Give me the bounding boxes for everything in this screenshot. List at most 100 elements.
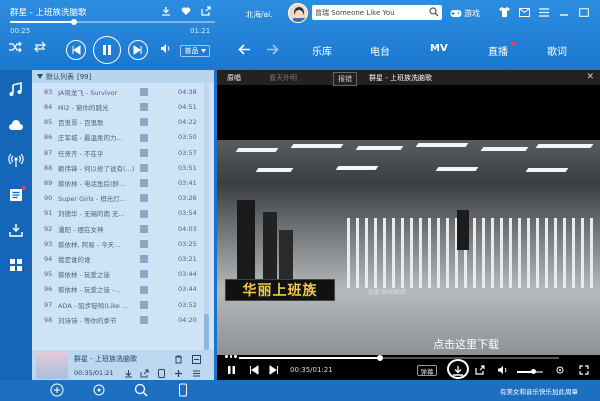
- table-row[interactable]: 93 蔡依林, 阿易 - 今天... 03:25: [32, 237, 202, 251]
- dots-icon[interactable]: [225, 355, 238, 359]
- mv-badge-icon[interactable]: [140, 270, 148, 279]
- close-icon[interactable]: ✕: [586, 72, 594, 82]
- mv-badge-icon[interactable]: [140, 133, 148, 142]
- mv-badge-icon[interactable]: [140, 194, 148, 203]
- mv-badge-icon[interactable]: [140, 316, 148, 324]
- share-icon[interactable]: [200, 5, 212, 17]
- more-icon[interactable]: [192, 355, 201, 364]
- table-row[interactable]: 86 庄军城 - 最温柔的力... 03:50: [32, 131, 202, 145]
- mv-pause-icon[interactable]: [227, 365, 236, 375]
- fullscreen-icon[interactable]: [579, 365, 589, 375]
- mv-progress-knob[interactable]: [376, 355, 383, 361]
- mv-progress-bar[interactable]: [239, 355, 559, 361]
- mv-badge-icon[interactable]: [140, 103, 148, 112]
- tab-live[interactable]: 直播: [488, 43, 508, 58]
- mini-menu-icon[interactable]: [192, 369, 201, 378]
- table-row[interactable]: 85 百鬼哥 - 百鬼歌 04:22: [32, 115, 202, 129]
- mv-volume-knob[interactable]: [531, 369, 536, 374]
- mv-badge-icon[interactable]: [140, 148, 148, 157]
- mv-badge-icon[interactable]: [140, 300, 148, 309]
- username[interactable]: 北海/ai.: [246, 9, 273, 20]
- repeat-icon[interactable]: [33, 41, 47, 53]
- mv-settings-icon[interactable]: [555, 365, 565, 375]
- mini-add-icon[interactable]: [174, 369, 183, 378]
- bottom-promo-text[interactable]: 有美女和音乐快乐加此周章: [500, 386, 578, 396]
- mini-mode-icon[interactable]: [578, 6, 590, 18]
- mv-next-icon[interactable]: [269, 365, 279, 375]
- table-row[interactable]: 97 ADA - 陷步轻啃(Like ... 03:52: [32, 298, 202, 312]
- mv-volume-slider[interactable]: [517, 369, 543, 374]
- table-row[interactable]: 92 潘阳 - 摆在女神 04:03: [32, 222, 202, 236]
- song-progress-bar[interactable]: [10, 19, 215, 25]
- broadcast-icon[interactable]: [8, 152, 24, 168]
- shuffle-icon[interactable]: [8, 41, 22, 53]
- mv-badge-icon[interactable]: [140, 285, 148, 294]
- table-row[interactable]: 87 任贤齐 - 不在乎 03:57: [32, 146, 202, 160]
- prev-button[interactable]: [66, 40, 86, 60]
- mv-video-frame[interactable]: 华丽上班族 艺鉴 音画频道: [217, 140, 600, 355]
- mv-badge-icon[interactable]: [140, 179, 148, 188]
- cloud-icon[interactable]: [8, 117, 24, 133]
- skin-shirt-icon[interactable]: [498, 6, 510, 18]
- table-row[interactable]: 94 我是谁的谁 03:21: [32, 252, 202, 266]
- mv-report-button[interactable]: 报错: [333, 72, 357, 86]
- table-row[interactable]: 90 Super Girls - 棋光灯... 03:26: [32, 191, 202, 205]
- table-row[interactable]: 88 赖伟锋 - 何以修了说有(...) 03:51: [32, 161, 202, 175]
- mini-phone-icon[interactable]: [158, 369, 165, 378]
- table-row[interactable]: 83 JA将龙飞 - Survivor 04:38: [32, 85, 202, 99]
- back-arrow-icon[interactable]: [238, 44, 251, 55]
- tab-mv[interactable]: MV: [430, 43, 448, 54]
- mail-icon[interactable]: [518, 6, 530, 18]
- playlist-header[interactable]: 默认列表 [99]: [32, 70, 214, 83]
- apps-grid-icon[interactable]: [8, 257, 24, 273]
- table-row[interactable]: 89 蔡依林 - 电话鱼后(醉... 03:41: [32, 176, 202, 190]
- tab-library[interactable]: 乐库: [312, 43, 332, 58]
- mv-volume-icon[interactable]: [497, 365, 509, 375]
- volume-icon[interactable]: [160, 43, 172, 54]
- table-row[interactable]: 98 刘诗诗 - 等你的季节 04:20: [32, 313, 202, 327]
- mv-badge-icon[interactable]: [140, 164, 148, 172]
- search-input[interactable]: 曾瑞 Someone Like You: [315, 8, 395, 18]
- mv-badge-icon[interactable]: [140, 224, 148, 233]
- phone-icon[interactable]: [176, 383, 190, 397]
- trash-icon[interactable]: [174, 355, 183, 364]
- music-note-icon[interactable]: [8, 82, 24, 98]
- mv-prev-icon[interactable]: [249, 365, 259, 375]
- album-cover[interactable]: [36, 352, 68, 379]
- menu-icon[interactable]: [538, 6, 550, 18]
- mv-badge-icon[interactable]: [140, 255, 148, 264]
- mv-share-icon[interactable]: [475, 365, 485, 375]
- table-row[interactable]: 95 蔡依林 - 玩爱之徒 03:44: [32, 267, 202, 281]
- scrollbar-thumb[interactable]: [204, 314, 209, 350]
- download-tray-icon[interactable]: [8, 222, 24, 238]
- table-row[interactable]: 96 蔡依林 - 玩爱之徒 -... 03:44: [32, 283, 202, 297]
- forward-arrow-icon[interactable]: [266, 44, 279, 55]
- song-progress-knob[interactable]: [70, 19, 77, 25]
- mv-badge-icon[interactable]: [140, 88, 148, 96]
- mini-download-icon[interactable]: [124, 369, 133, 378]
- mv-tab-secondary[interactable]: 看天外明: [269, 73, 297, 83]
- mv-badge-icon[interactable]: [140, 209, 148, 218]
- minimize-icon[interactable]: [558, 6, 570, 18]
- tab-lyrics[interactable]: 歌词: [547, 43, 567, 58]
- game-link[interactable]: 游戏: [450, 8, 480, 19]
- mv-badge-icon[interactable]: [140, 240, 148, 248]
- search-box[interactable]: 曾瑞 Someone Like You: [312, 5, 442, 20]
- playlist-scrollbar[interactable]: [204, 82, 209, 350]
- table-row[interactable]: 91 刘德华 - 无锡的雨 无... 03:54: [32, 207, 202, 221]
- table-row[interactable]: 84 Mi2 - 窗你的跳光 04:51: [32, 100, 202, 114]
- mini-share-icon[interactable]: [140, 369, 149, 378]
- locate-icon[interactable]: [92, 383, 106, 397]
- heart-icon[interactable]: [180, 5, 192, 17]
- next-button[interactable]: [128, 40, 148, 60]
- tab-radio[interactable]: 电台: [370, 43, 390, 58]
- download-icon[interactable]: [160, 5, 172, 17]
- search-icon[interactable]: [429, 7, 439, 17]
- pause-button[interactable]: [93, 36, 121, 64]
- mv-tab-original[interactable]: 原唱: [227, 73, 241, 83]
- mv-badge-icon[interactable]: [140, 118, 148, 127]
- quality-select[interactable]: 普品: [180, 45, 210, 57]
- avatar[interactable]: [288, 3, 308, 23]
- add-circle-icon[interactable]: [50, 383, 64, 397]
- search-icon[interactable]: [134, 383, 148, 397]
